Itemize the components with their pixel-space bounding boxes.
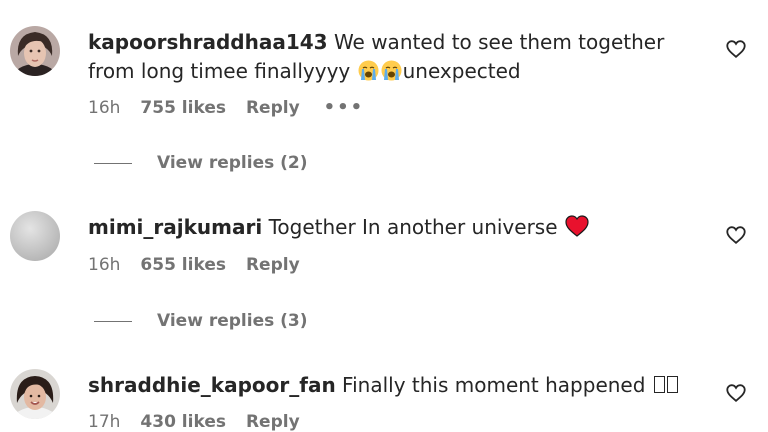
view-replies-button[interactable]: View replies (2) (94, 153, 308, 173)
avatar[interactable] (10, 26, 60, 76)
comment-meta: 17h 430 likes Reply (88, 412, 320, 432)
comment-body-tail: unexpected (402, 59, 521, 83)
comment-body: Together In another universe (268, 215, 558, 239)
timestamp: 16h (88, 255, 121, 275)
unsupported-glyph (666, 376, 678, 393)
likes-count[interactable]: 655 likes (140, 255, 226, 275)
heart-outline-icon[interactable] (725, 382, 747, 404)
timestamp: 17h (88, 412, 121, 432)
view-replies-label: View replies (3) (157, 311, 308, 331)
heart-outline-icon[interactable] (725, 224, 747, 246)
unsupported-glyph (653, 376, 665, 393)
comment-text: mimi_rajkumari Together In another unive… (88, 213, 698, 242)
divider-line (94, 320, 132, 322)
reply-button[interactable]: Reply (246, 255, 300, 275)
comment-body: Finally this moment happened (342, 373, 646, 397)
likes-count[interactable]: 755 likes (140, 98, 226, 118)
avatar[interactable] (10, 369, 60, 419)
username[interactable]: mimi_rajkumari (88, 215, 262, 239)
heart-outline-icon[interactable] (725, 38, 747, 60)
more-options-icon[interactable]: ••• (324, 97, 365, 118)
loudly-crying-face-emoji (358, 60, 379, 81)
comment-text: shraddhie_kapoor_fan Finally this moment… (88, 371, 698, 400)
username[interactable]: kapoorshraddhaa143 (88, 30, 328, 54)
timestamp: 16h (88, 97, 121, 118)
divider-line (94, 162, 132, 164)
avatar[interactable] (10, 211, 60, 261)
red-heart-emoji (565, 215, 589, 237)
comment-text: kapoorshraddhaa143 We wanted to see them… (88, 28, 698, 86)
likes-count[interactable]: 430 likes (140, 412, 226, 432)
reply-button[interactable]: Reply (246, 412, 300, 432)
reply-button[interactable]: Reply (246, 98, 300, 118)
comment-meta: 16h 655 likes Reply (88, 255, 320, 275)
username[interactable]: shraddhie_kapoor_fan (88, 373, 336, 397)
comment-meta: 16h 755 likes Reply ••• (88, 97, 384, 118)
loudly-crying-face-emoji (381, 60, 402, 81)
view-replies-button[interactable]: View replies (3) (94, 311, 308, 331)
view-replies-label: View replies (2) (157, 153, 308, 173)
